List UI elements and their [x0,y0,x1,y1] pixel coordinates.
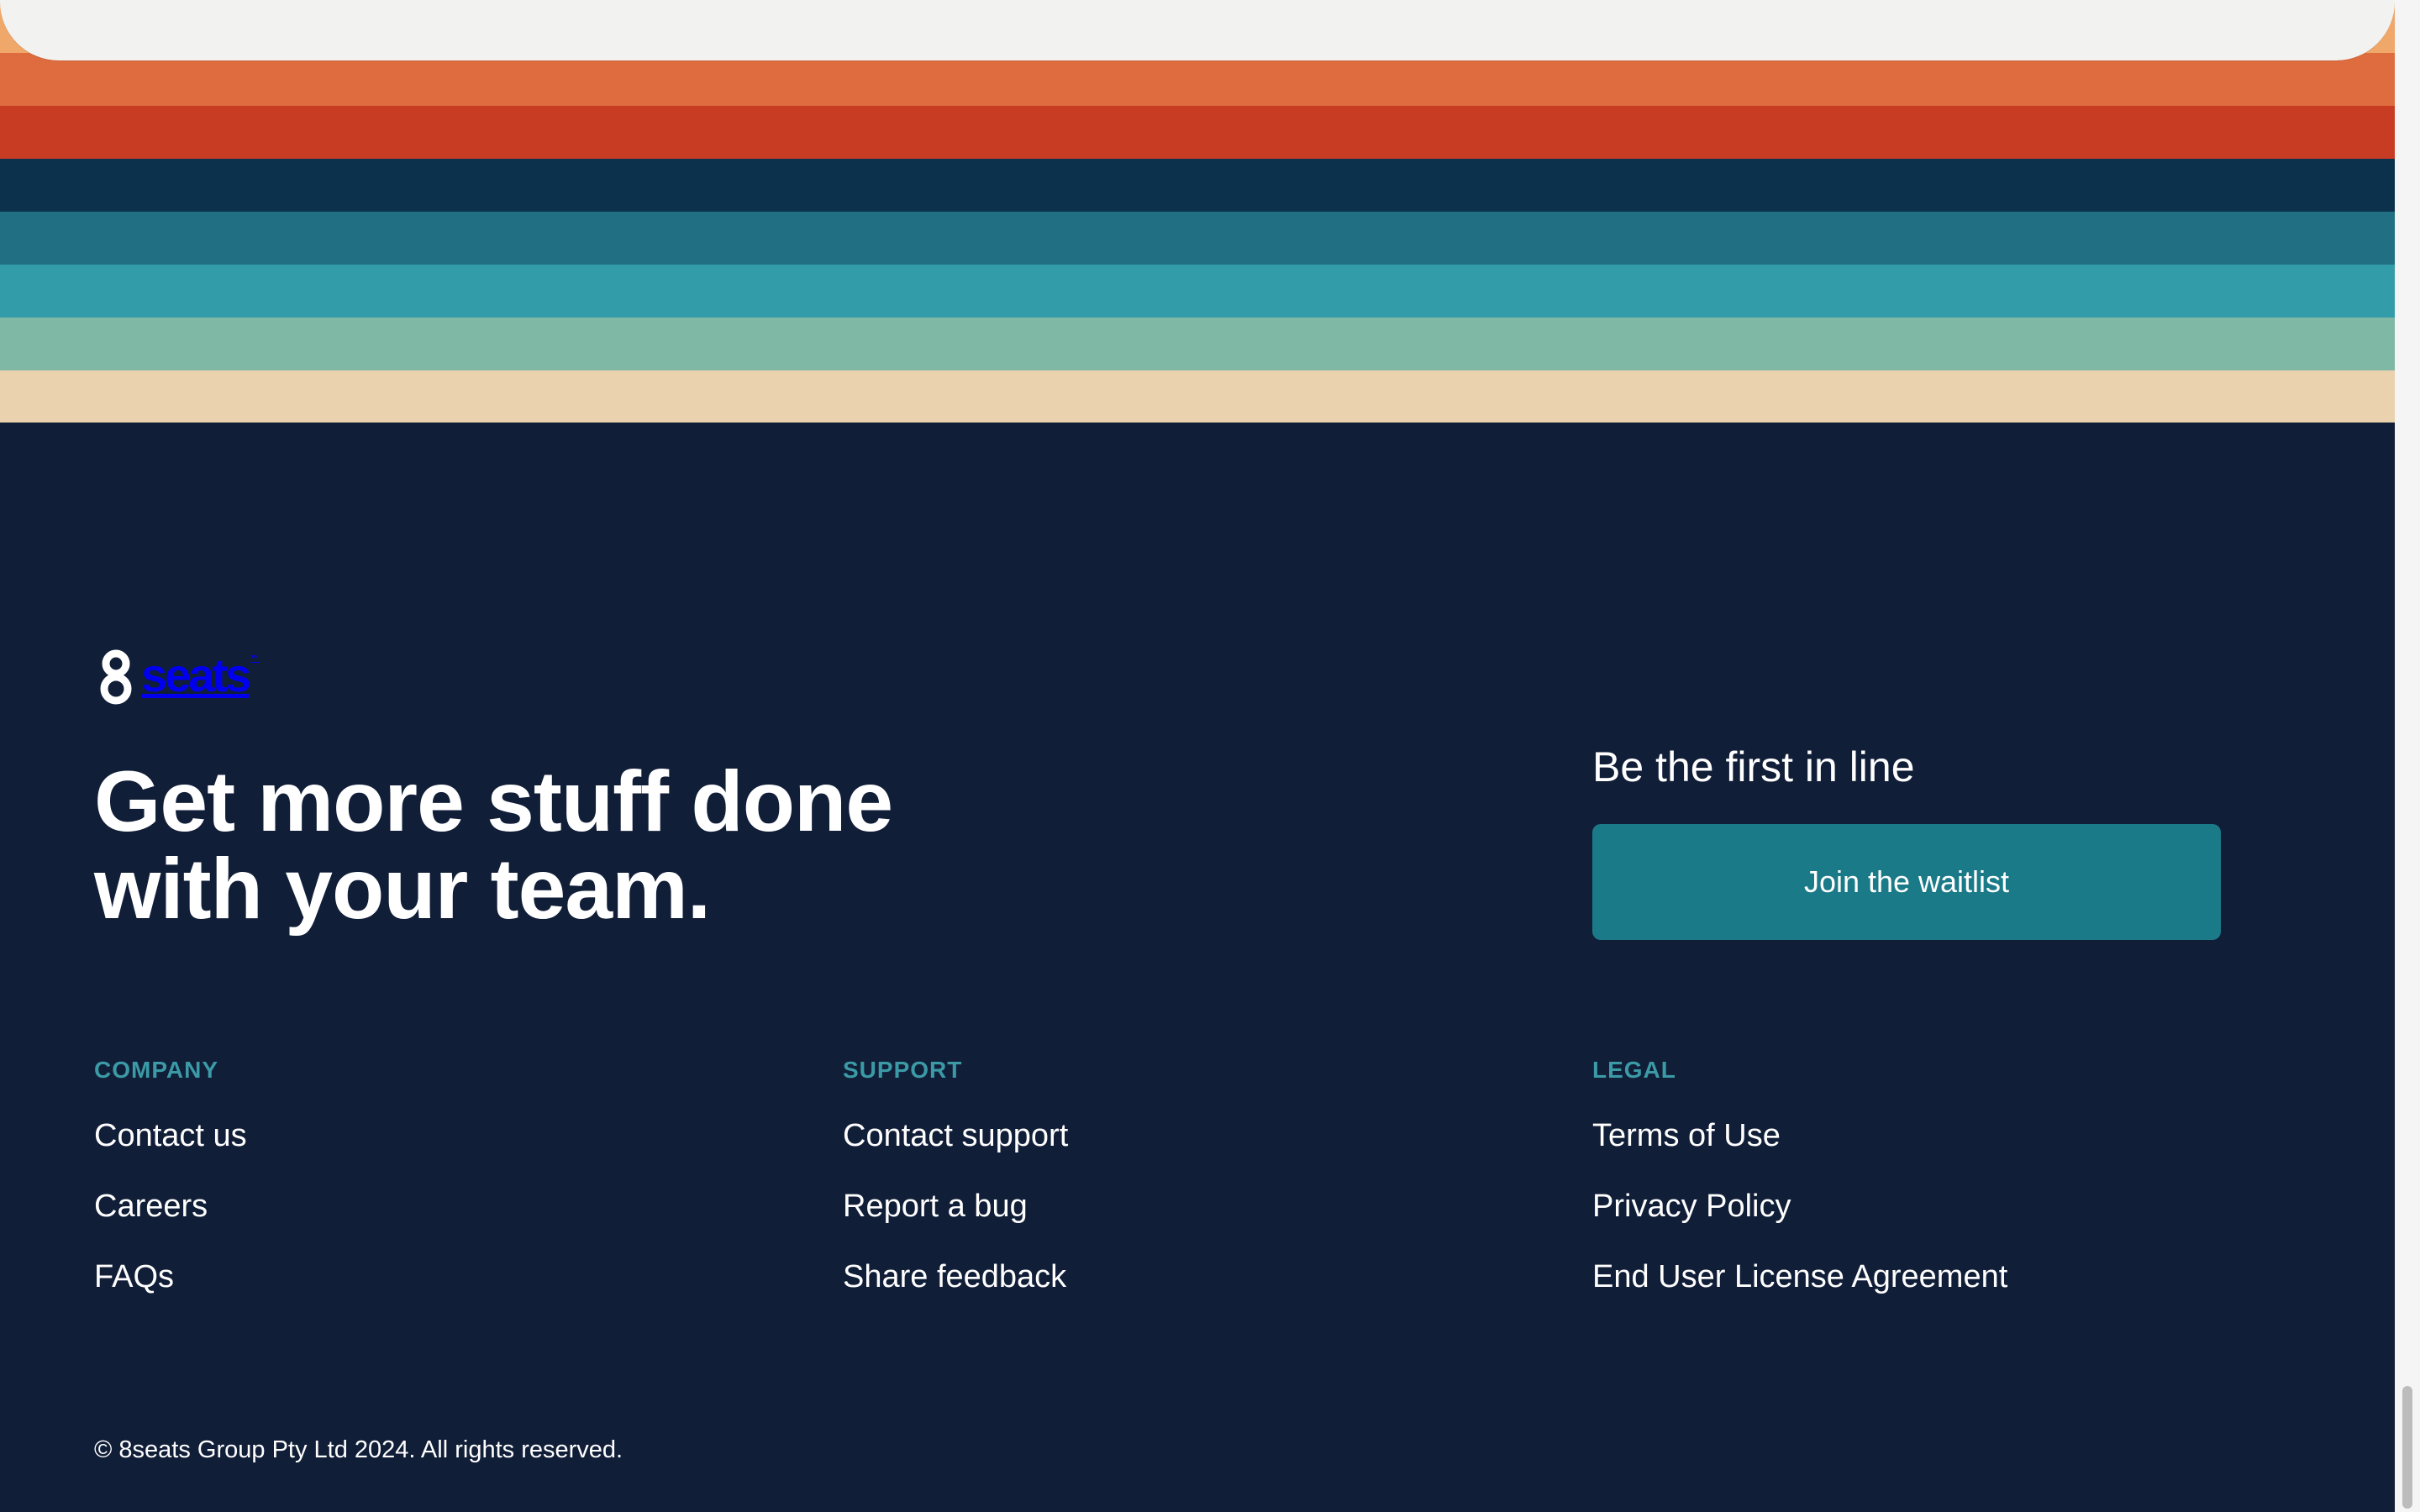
logo-trademark: ™ [250,654,260,664]
footer-link-columns: COMPANY Contact us Careers FAQs SUPPORT … [94,1058,2262,1336]
decorative-stripes [0,0,2395,423]
stripe-cream [0,370,2395,423]
brand-logo-link[interactable]: seats ™ [94,648,260,705]
join-waitlist-button[interactable]: Join the waitlist [1592,824,2221,940]
contact-us-link[interactable]: Contact us [94,1118,247,1153]
waitlist-cta: Be the first in line Join the waitlist [1592,743,2221,940]
list-item: Share feedback [843,1261,1481,1293]
faqs-link[interactable]: FAQs [94,1259,174,1294]
vertical-scrollbar[interactable] [2395,0,2420,1512]
site-footer: seats ™ Get more stuff done with your te… [0,423,2395,1512]
careers-link[interactable]: Careers [94,1189,208,1224]
headline-line-1: Get more stuff done [94,753,893,849]
report-bug-link[interactable]: Report a bug [843,1189,1028,1224]
company-links: Contact us Careers FAQs [94,1120,733,1293]
support-links: Contact support Report a bug Share feedb… [843,1120,1481,1293]
privacy-policy-link[interactable]: Privacy Policy [1592,1189,1791,1224]
list-item: Careers [94,1190,733,1222]
list-item: FAQs [94,1261,733,1293]
stripe-teal [0,265,2395,318]
headline-line-2: with your team. [94,841,711,937]
top-content-card [0,0,2395,60]
list-item: Privacy Policy [1592,1190,2231,1222]
scrollbar-thumb[interactable] [2402,1386,2412,1509]
contact-support-link[interactable]: Contact support [843,1118,1068,1153]
footer-headline: Get more stuff done with your team. [94,758,1018,932]
stripe-red [0,106,2395,159]
company-column: COMPANY Contact us Careers FAQs [94,1058,733,1331]
stripe-navy [0,159,2395,212]
cta-title: Be the first in line [1592,743,1915,790]
stripe-teal-dark [0,212,2395,265]
list-item: Report a bug [843,1190,1481,1222]
list-item: Contact us [94,1120,733,1152]
copyright-notice: © 8seats Group Pty Ltd 2024. All rights … [94,1436,623,1463]
share-feedback-link[interactable]: Share feedback [843,1259,1066,1294]
stripe-sage [0,318,2395,370]
legal-heading: LEGAL [1592,1057,1676,1083]
stripe-orange [0,53,2395,106]
list-item: Terms of Use [1592,1120,2231,1152]
support-column: SUPPORT Contact support Report a bug Sha… [843,1058,1481,1331]
company-heading: COMPANY [94,1057,219,1083]
legal-column: LEGAL Terms of Use Privacy Policy End Us… [1592,1058,2231,1331]
legal-links: Terms of Use Privacy Policy End User Lic… [1592,1120,2231,1293]
support-heading: SUPPORT [843,1057,963,1083]
list-item: End User License Agreement [1592,1261,2231,1293]
figure-eight-logo-icon [100,649,132,705]
eula-link[interactable]: End User License Agreement [1592,1259,2007,1294]
page-viewport: seats ™ Get more stuff done with your te… [0,0,2395,1512]
list-item: Contact support [843,1120,1481,1152]
terms-of-use-link[interactable]: Terms of Use [1592,1118,1781,1153]
logo-wordmark: seats [141,648,251,701]
